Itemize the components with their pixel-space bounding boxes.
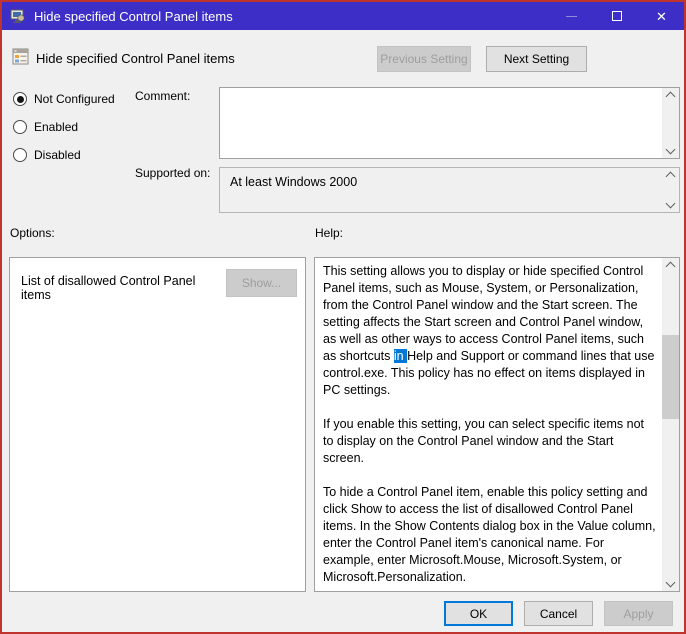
supported-on-field: At least Windows 2000 bbox=[219, 167, 680, 213]
close-button[interactable]: ✕ bbox=[639, 2, 684, 30]
maximize-icon bbox=[611, 11, 622, 21]
options-label: Options: bbox=[10, 226, 55, 240]
help-paragraph-3: To hide a Control Panel item, enable thi… bbox=[323, 485, 656, 584]
setting-window-icon bbox=[12, 48, 29, 65]
close-icon: ✕ bbox=[656, 8, 667, 24]
cancel-button[interactable]: Cancel bbox=[524, 601, 593, 626]
help-scrollbar-thumb[interactable] bbox=[662, 335, 679, 419]
next-setting-button[interactable]: Next Setting bbox=[486, 46, 587, 72]
policy-setting-icon bbox=[10, 9, 25, 23]
scroll-up-icon[interactable] bbox=[665, 261, 676, 272]
ok-button[interactable]: OK bbox=[444, 601, 513, 626]
search-highlight: in bbox=[393, 349, 408, 363]
comment-scrollbar[interactable] bbox=[662, 88, 679, 158]
supported-on-label: Supported on: bbox=[135, 166, 211, 180]
window-title: Hide specified Control Panel items bbox=[34, 8, 233, 24]
radio-button-icon bbox=[13, 148, 27, 162]
comment-textarea[interactable] bbox=[219, 87, 680, 159]
help-panel: This setting allows you to display or hi… bbox=[314, 257, 680, 592]
maximize-button[interactable] bbox=[594, 2, 639, 30]
help-scrollbar[interactable] bbox=[662, 258, 679, 591]
help-label: Help: bbox=[315, 226, 344, 240]
previous-setting-button[interactable]: Previous Setting bbox=[377, 46, 471, 72]
radio-not-configured[interactable]: Not Configured bbox=[13, 92, 115, 106]
show-button[interactable]: Show... bbox=[226, 269, 297, 297]
scroll-down-icon[interactable] bbox=[665, 144, 676, 155]
radio-disabled[interactable]: Disabled bbox=[13, 148, 81, 162]
setting-name: Hide specified Control Panel items bbox=[36, 51, 235, 66]
radio-label: Disabled bbox=[34, 148, 81, 162]
radio-label: Not Configured bbox=[34, 92, 115, 106]
help-text: This setting allows you to display or hi… bbox=[315, 258, 662, 591]
radio-button-icon bbox=[13, 92, 27, 106]
help-paragraph-1: This setting allows you to display or hi… bbox=[323, 264, 655, 397]
disallowed-items-label: List of disallowed Control Panel items bbox=[21, 274, 196, 302]
scroll-down-icon[interactable] bbox=[665, 198, 676, 209]
help-paragraph-2: If you enable this setting, you can sele… bbox=[323, 417, 645, 465]
comment-label: Comment: bbox=[135, 89, 191, 103]
radio-button-icon bbox=[13, 120, 27, 134]
minimize-button[interactable] bbox=[549, 2, 594, 30]
minimize-icon bbox=[566, 15, 577, 17]
radio-enabled[interactable]: Enabled bbox=[13, 120, 78, 134]
scroll-up-icon[interactable] bbox=[665, 171, 676, 182]
supported-scrollbar[interactable] bbox=[662, 168, 679, 212]
group-policy-setting-dialog: Hide specified Control Panel items ✕ Hid… bbox=[0, 0, 686, 634]
scroll-down-icon[interactable] bbox=[665, 577, 676, 588]
scroll-up-icon[interactable] bbox=[665, 91, 676, 102]
radio-label: Enabled bbox=[34, 120, 79, 134]
apply-button[interactable]: Apply bbox=[604, 601, 673, 626]
supported-on-value: At least Windows 2000 bbox=[230, 175, 358, 189]
options-panel: List of disallowed Control Panel items S… bbox=[9, 257, 306, 592]
titlebar: Hide specified Control Panel items ✕ bbox=[2, 2, 684, 30]
